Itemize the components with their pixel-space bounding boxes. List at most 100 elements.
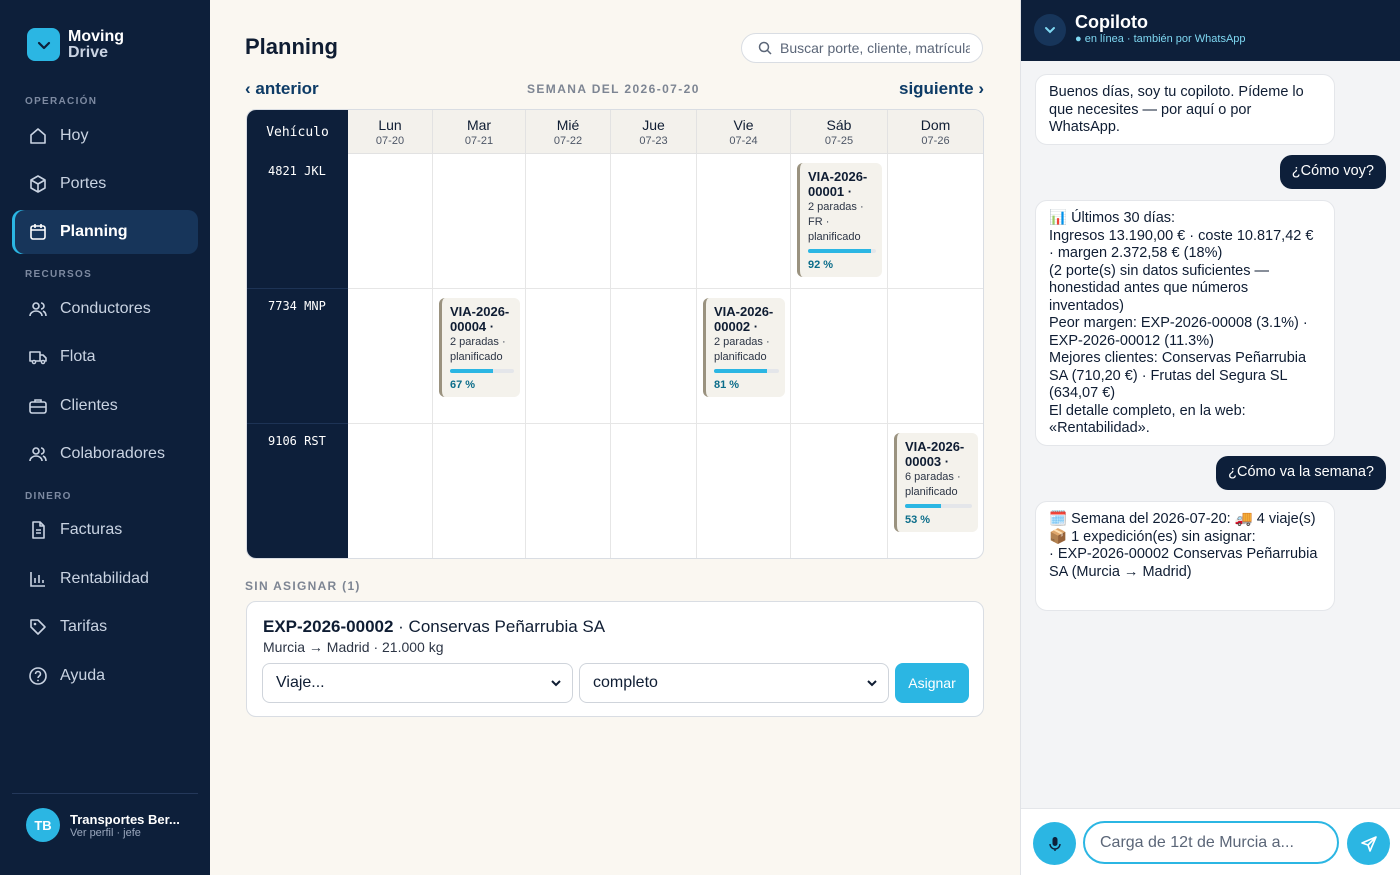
- trip-progress-pct: 53 %: [905, 514, 931, 526]
- chat-message-user: ¿Cómo voy?: [1279, 155, 1386, 189]
- trip-card[interactable]: VIA-2026-00003 · 6 paradas · planificado 5…: [894, 433, 978, 532]
- sidebar-item-conductores[interactable]: Conductores: [12, 287, 198, 331]
- day-header: Sáb 07-25: [791, 110, 888, 154]
- trip-id: VIA-2026-00001 ·: [808, 169, 868, 199]
- copilot-input[interactable]: [1083, 821, 1339, 864]
- week-next-link[interactable]: siguiente ›: [899, 79, 984, 99]
- day-date: 07-20: [375, 134, 405, 147]
- day-name: Dom: [920, 116, 951, 133]
- day-name: Mié: [556, 116, 580, 133]
- trip-card[interactable]: VIA-2026-00004 · 2 paradas · planificado 6…: [439, 298, 520, 397]
- grid-cell[interactable]: [526, 424, 611, 558]
- sidebar-item-tarifas[interactable]: Tarifas: [12, 605, 198, 649]
- grid-cell[interactable]: [611, 424, 697, 558]
- trip-card[interactable]: VIA-2026-00002 · 2 paradas · planificado 8…: [703, 298, 785, 397]
- grid-cell[interactable]: [348, 424, 433, 558]
- grid-cell[interactable]: [433, 424, 526, 558]
- truck-icon: [29, 351, 47, 365]
- grid-cell[interactable]: [433, 154, 526, 289]
- profile-name: Transportes Ber...: [70, 811, 180, 827]
- calendar-icon: [30, 224, 46, 240]
- trip-progress-fill: [905, 504, 941, 508]
- day-header: Mié 07-22: [526, 110, 611, 154]
- section-recursos: RECURSOS: [25, 269, 93, 280]
- trip-id: VIA-2026-00003 ·: [905, 439, 965, 469]
- sidebar-item-rentabilidad[interactable]: Rentabilidad: [12, 557, 198, 601]
- unassigned-card: EXP-2026-00002 · Conservas Peñarrubia SA…: [246, 601, 984, 717]
- sidebar-item-flota[interactable]: Flota: [12, 335, 198, 379]
- home-icon: [30, 128, 46, 144]
- search-input[interactable]: [780, 40, 970, 56]
- copilot-status: ● en línea · también por WhatsApp: [1075, 33, 1246, 45]
- grid-cell[interactable]: [888, 289, 983, 424]
- day-header: Mar 07-21: [433, 110, 526, 154]
- brand-logo[interactable]: Moving Drive: [27, 28, 124, 61]
- week-label: SEMANA DEL 2026-07-20: [527, 82, 700, 96]
- search-icon: [758, 41, 772, 55]
- profile-link[interactable]: TB Transportes Ber... Ver perfil · jefe: [12, 793, 198, 842]
- day-date: 07-25: [824, 134, 854, 147]
- day-header: Vie 07-24: [697, 110, 791, 154]
- trip-progress-fill: [450, 369, 493, 373]
- sidebar-item-label: Flota: [60, 348, 96, 365]
- trip-details: 6 paradas · planificado: [905, 471, 961, 498]
- grid-cell[interactable]: [611, 289, 697, 424]
- trip-select-value: Viaje...: [276, 674, 325, 691]
- box-icon: [30, 175, 46, 193]
- document-icon: [32, 521, 45, 539]
- vehicle-column-header: Vehículo: [247, 110, 348, 154]
- send-button[interactable]: [1347, 822, 1390, 865]
- sidebar-item-planning[interactable]: Planning: [12, 210, 198, 254]
- day-date: 07-22: [553, 134, 583, 147]
- section-operacion: OPERACIÓN: [25, 96, 98, 107]
- grid-cell[interactable]: [888, 154, 983, 289]
- trip-card[interactable]: VIA-2026-00001 · 2 paradas · FR · planifi…: [797, 163, 882, 277]
- chevron-down-icon: [1045, 27, 1055, 34]
- vehicle-plate[interactable]: 4821 JKL: [247, 154, 348, 289]
- chevron-down-icon: [27, 28, 60, 61]
- trip-progress-fill: [714, 369, 767, 373]
- users-icon: [29, 302, 47, 317]
- section-dinero: DINERO: [25, 491, 72, 502]
- collapse-button[interactable]: [1034, 14, 1066, 46]
- sidebar-item-portes[interactable]: Portes: [12, 162, 198, 206]
- sidebar-item-facturas[interactable]: Facturas: [12, 508, 198, 552]
- microphone-button[interactable]: [1033, 822, 1076, 865]
- grid-cell[interactable]: [697, 154, 791, 289]
- trip-select[interactable]: Viaje...: [262, 663, 573, 703]
- send-icon: [1360, 835, 1377, 852]
- grid-cell[interactable]: [348, 154, 433, 289]
- grid-cell[interactable]: [611, 154, 697, 289]
- week-prev-link[interactable]: ‹ anterior: [245, 79, 319, 99]
- shipment-id: EXP-2026-00002: [263, 617, 394, 636]
- sidebar-item-ayuda[interactable]: Ayuda: [12, 654, 198, 698]
- trip-progress-fill: [808, 249, 871, 253]
- sidebar-item-clientes[interactable]: Clientes: [12, 384, 198, 428]
- sidebar-item-hoy[interactable]: Hoy: [12, 114, 198, 158]
- trip-progress-bar: [808, 249, 876, 253]
- mode-select[interactable]: completo: [579, 663, 889, 703]
- grid-cell[interactable]: [526, 289, 611, 424]
- assign-button[interactable]: Asignar: [895, 663, 969, 703]
- copilot-header: Copiloto ● en línea · también por WhatsA…: [1021, 0, 1400, 61]
- sidebar-item-label: Clientes: [60, 397, 118, 414]
- grid-cell[interactable]: [791, 424, 888, 558]
- sidebar: Moving Drive OPERACIÓN Hoy Portes Planni…: [0, 0, 210, 875]
- sidebar-item-colaboradores[interactable]: Colaboradores: [12, 432, 198, 476]
- grid-cell[interactable]: [526, 154, 611, 289]
- vehicle-plate[interactable]: 9106 RST: [247, 424, 348, 558]
- microphone-icon: [1048, 836, 1061, 851]
- grid-cell[interactable]: [697, 424, 791, 558]
- search-box[interactable]: [741, 33, 983, 63]
- day-name: Lun: [378, 116, 402, 133]
- sidebar-item-label: Portes: [60, 175, 107, 192]
- help-icon: [29, 667, 47, 685]
- avatar: TB: [26, 808, 60, 842]
- copilot-title: Copiloto: [1075, 12, 1148, 32]
- users-icon: [29, 447, 47, 462]
- vehicle-plate[interactable]: 7734 MNP: [247, 289, 348, 424]
- sidebar-item-label: Colaboradores: [60, 445, 165, 462]
- grid-cell[interactable]: [348, 289, 433, 424]
- trip-id: VIA-2026-00004 ·: [450, 304, 510, 334]
- grid-cell[interactable]: [791, 289, 888, 424]
